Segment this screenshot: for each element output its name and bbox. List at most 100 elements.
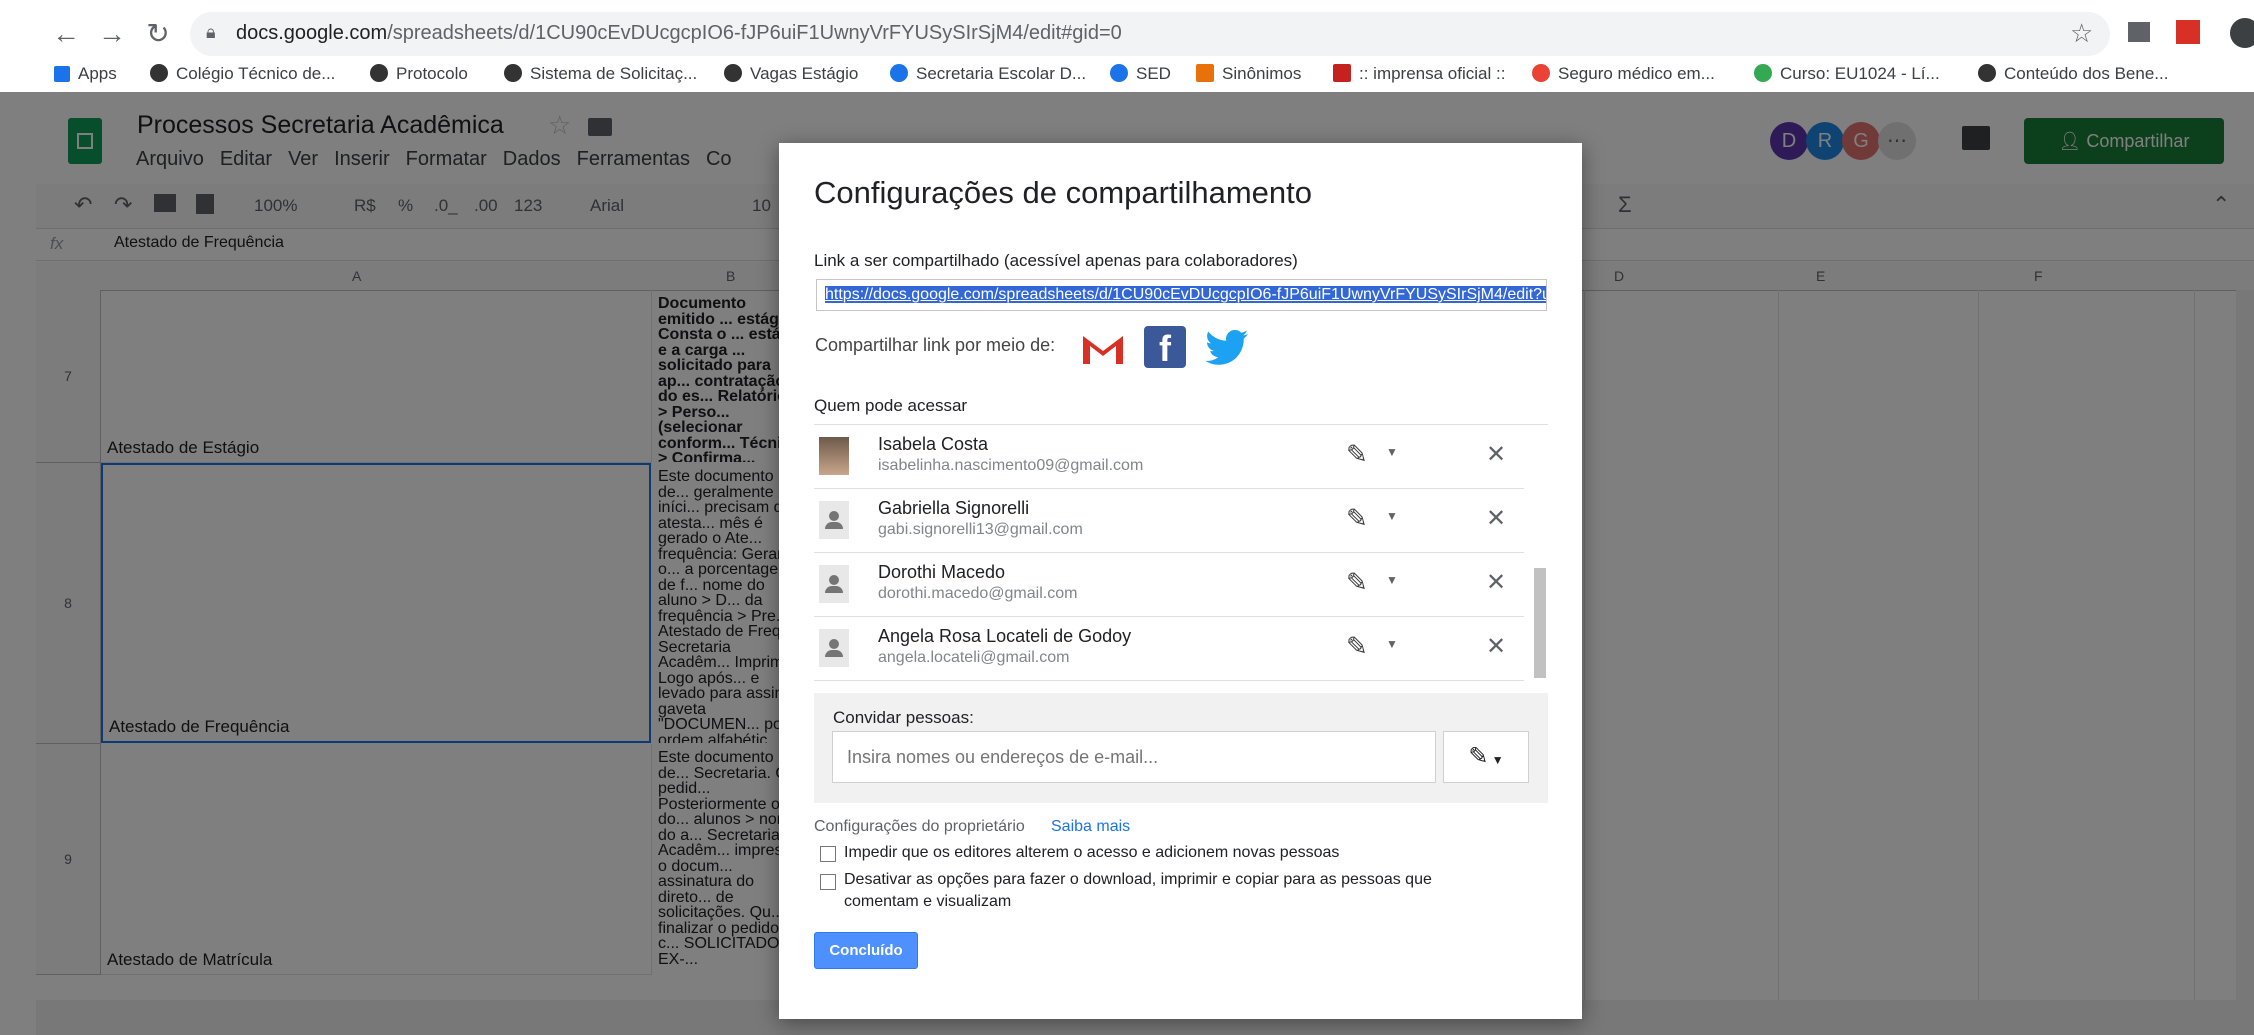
- person-icon: [819, 501, 849, 539]
- prevent-editors-checkbox[interactable]: [820, 846, 836, 862]
- remove-user-close-icon[interactable]: ✕: [1486, 440, 1506, 469]
- lock-icon: 🔒︎: [206, 22, 216, 42]
- bookmark-item[interactable]: Colégio Técnico de...: [150, 64, 335, 84]
- who-has-access-label: Quem pode acessar: [814, 396, 968, 415]
- share-link-text: https://docs.google.com/spreadsheets/d/1…: [825, 286, 1546, 303]
- site-icon: [890, 64, 908, 82]
- remove-user-close-icon[interactable]: ✕: [1486, 568, 1506, 597]
- bookmark-item[interactable]: Vagas Estágio: [724, 64, 858, 84]
- bookmark-label: Sinônimos: [1222, 64, 1302, 83]
- bookmark-item[interactable]: SED: [1110, 64, 1171, 84]
- user-photo: [819, 437, 849, 475]
- access-list: Isabela Costa isabelinha.nascimento09@gm…: [814, 424, 1548, 681]
- bookmark-item[interactable]: Sistema de Solicitaç...: [504, 64, 697, 84]
- globe-icon: [724, 64, 742, 82]
- bookmark-label: Colégio Técnico de...: [176, 64, 336, 83]
- owner-settings-label: Configurações do proprietário: [814, 818, 1025, 835]
- url-path: /spreadsheets/d/1CU90cEvDUcgcpIO6-fJP6ui…: [387, 22, 1122, 44]
- dialog-title: Configurações de compartilhamento: [814, 175, 1312, 210]
- invite-permission-dropdown[interactable]: ✎ ▼: [1443, 731, 1529, 783]
- chevron-down-icon: ▼: [1488, 753, 1504, 767]
- bookmark-item[interactable]: Conteúdo dos Bene...: [1978, 64, 2168, 84]
- edit-permission-pencil-icon[interactable]: ✎: [1346, 567, 1368, 598]
- bookmark-label: SED: [1136, 64, 1171, 83]
- reload-icon[interactable]: ↻: [138, 14, 178, 54]
- bookmark-label: Apps: [78, 64, 117, 83]
- bookmark-label: Conteúdo dos Bene...: [2004, 64, 2169, 83]
- remove-user-close-icon[interactable]: ✕: [1486, 632, 1506, 661]
- bookmark-item[interactable]: Protocolo: [370, 64, 468, 84]
- bookmarks-bar: Apps Colégio Técnico de... Protocolo Sis…: [0, 60, 2254, 92]
- access-list-scrollbar[interactable]: [1534, 568, 1546, 678]
- twitter-icon[interactable]: [1204, 328, 1250, 368]
- learn-more-link[interactable]: Saiba mais: [1051, 818, 1130, 836]
- pencil-icon: ✎: [1468, 743, 1489, 770]
- site-icon: [1532, 64, 1550, 82]
- disable-download-label: Desativar as opções para fazer o downloa…: [844, 871, 1432, 888]
- url-text[interactable]: docs.google.com/spreadsheets/d/1CU90cEvD…: [236, 22, 1122, 45]
- chevron-down-icon[interactable]: ▼: [1386, 445, 1398, 459]
- invite-people-input[interactable]: Insira nomes ou endereços de e-mail...: [832, 731, 1436, 783]
- gmail-icon[interactable]: [1080, 332, 1126, 366]
- bookmark-label: Seguro médico em...: [1558, 64, 1715, 83]
- bookmark-item[interactable]: Sinônimos: [1196, 64, 1301, 84]
- bookmark-label: Protocolo: [396, 64, 468, 83]
- bookmark-item[interactable]: Seguro médico em...: [1532, 64, 1715, 84]
- back-icon[interactable]: ←: [46, 14, 86, 54]
- bookmark-apps[interactable]: Apps: [54, 64, 117, 84]
- done-button[interactable]: Concluído: [814, 932, 918, 969]
- chevron-down-icon[interactable]: ▼: [1386, 509, 1398, 523]
- invite-label: Convidar pessoas:: [833, 708, 974, 727]
- user-email: isabelinha.nascimento09@gmail.com: [878, 457, 1144, 474]
- bookmark-label: Curso: EU1024 - Lí...: [1780, 64, 1940, 83]
- site-icon: [1196, 64, 1214, 82]
- disable-download-label-cont: comentam e visualizam: [844, 893, 1012, 910]
- globe-icon: [504, 64, 522, 82]
- site-icon: [1754, 64, 1772, 82]
- access-list-item: Gabriella Signorelli gabi.signorelli13@g…: [814, 489, 1524, 553]
- access-list-item: Isabela Costa isabelinha.nascimento09@gm…: [814, 425, 1524, 489]
- user-name: Angela Rosa Locateli de Godoy: [878, 626, 1132, 646]
- globe-icon: [1978, 64, 1996, 82]
- bookmark-label: :: imprensa oficial ::: [1359, 64, 1506, 83]
- remove-user-close-icon[interactable]: ✕: [1486, 504, 1506, 533]
- share-link-input[interactable]: https://docs.google.com/spreadsheets/d/1…: [816, 279, 1547, 311]
- pdf-extension-icon[interactable]: [2176, 20, 2200, 44]
- bookmark-item[interactable]: Curso: EU1024 - Lí...: [1754, 64, 1940, 84]
- prevent-editors-label: Impedir que os editores alterem o acesso…: [844, 844, 1340, 861]
- extension-icon[interactable]: [2128, 22, 2150, 42]
- site-icon: [1333, 64, 1351, 82]
- link-label: Link a ser compartilhado (acessível apen…: [814, 251, 1298, 270]
- access-list-item: Dorothi Macedo dorothi.macedo@gmail.com …: [814, 553, 1524, 617]
- user-email: angela.locateli@gmail.com: [878, 649, 1070, 666]
- site-icon: [1110, 64, 1128, 82]
- chevron-down-icon[interactable]: ▼: [1386, 637, 1398, 651]
- url-host: docs.google.com: [236, 22, 388, 44]
- star-icon[interactable]: ☆: [2070, 18, 2093, 49]
- profile-avatar[interactable]: [2230, 18, 2254, 48]
- bookmark-label: Vagas Estágio: [750, 64, 859, 83]
- bookmark-item[interactable]: Secretaria Escolar D...: [890, 64, 1086, 84]
- bookmark-label: Sistema de Solicitaç...: [530, 64, 698, 83]
- user-email: dorothi.macedo@gmail.com: [878, 585, 1078, 602]
- forward-icon[interactable]: →: [92, 14, 132, 54]
- edit-permission-pencil-icon[interactable]: ✎: [1346, 631, 1368, 662]
- user-name: Gabriella Signorelli: [878, 498, 1030, 518]
- site-icon: [370, 64, 388, 82]
- user-name: Isabela Costa: [878, 434, 989, 454]
- bookmark-label: Secretaria Escolar D...: [916, 64, 1087, 83]
- share-via-label: Compartilhar link por meio de:: [815, 335, 1056, 355]
- user-email: gabi.signorelli13@gmail.com: [878, 521, 1083, 538]
- edit-permission-pencil-icon[interactable]: ✎: [1346, 503, 1368, 534]
- bookmark-item[interactable]: :: imprensa oficial ::: [1333, 64, 1505, 84]
- apps-grid-icon: [54, 66, 70, 82]
- site-icon: [150, 64, 168, 82]
- access-list-item: Angela Rosa Locateli de Godoy angela.loc…: [814, 617, 1524, 681]
- user-name: Dorothi Macedo: [878, 562, 1006, 582]
- person-icon: [819, 629, 849, 667]
- disable-download-checkbox[interactable]: [820, 874, 836, 890]
- chevron-down-icon[interactable]: ▼: [1386, 573, 1398, 587]
- facebook-icon[interactable]: f: [1144, 326, 1186, 369]
- person-icon: [819, 565, 849, 603]
- edit-permission-pencil-icon[interactable]: ✎: [1346, 439, 1368, 470]
